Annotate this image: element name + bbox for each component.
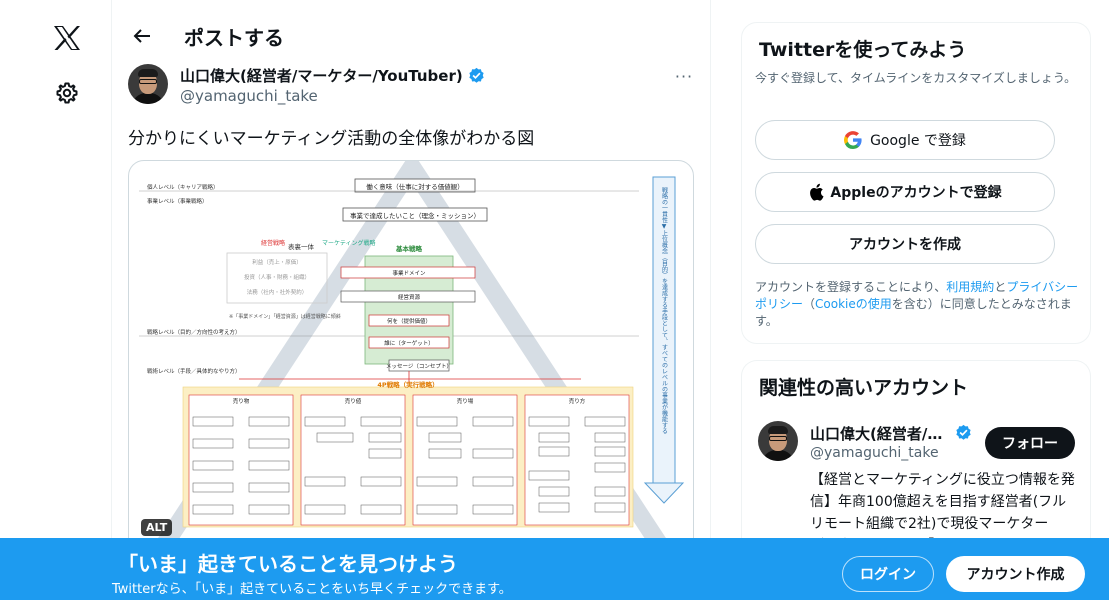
bottom-banner: 「いま」起きていることを見つけよう Twitterなら、「いま」起きていることを…	[0, 538, 1109, 600]
img-b2: 経営資源	[398, 293, 421, 301]
apple-icon	[810, 183, 824, 201]
legal-text-1: アカウントを登録することにより、	[755, 280, 947, 294]
img-b1: 事業ドメイン	[392, 269, 426, 277]
apple-signup-button[interactable]: Appleのアカウントで登録	[755, 172, 1055, 212]
app-root: ポストする 山口偉大(経営者/マーケター/YouTuber) @yamaguch…	[0, 0, 1109, 600]
img-p2: 売り値	[345, 397, 362, 405]
img-level-4: 戦術レベル（手段／具体的なやり方）	[147, 367, 241, 375]
img-l2: 投資（人事・財務・組織）	[244, 273, 310, 281]
img-p1: 売り物	[233, 397, 250, 405]
arrow-left-icon	[133, 29, 150, 43]
alt-badge[interactable]: ALT	[141, 519, 173, 536]
google-icon	[844, 131, 862, 149]
related-name[interactable]: 山口偉大(経営者/…	[810, 423, 950, 444]
signup-subtitle: 今すぐ登録して、タイムラインをカスタマイズしましょう。	[755, 71, 1077, 85]
login-button[interactable]: ログイン	[842, 556, 934, 592]
img-l3: 法務（社内・社外契約）	[247, 288, 308, 296]
img-level-3: 戦略レベル（目的／方向性の考え方）	[147, 328, 241, 336]
author-name[interactable]: 山口偉大(経営者/マーケター/YouTuber)	[180, 65, 463, 86]
create-account-button[interactable]: アカウントを作成	[755, 224, 1055, 264]
img-level-2: 事業レベル（事業戦略）	[147, 197, 208, 205]
legal-and: と	[994, 280, 1007, 294]
img-p4: 売り方	[569, 397, 586, 405]
post-image[interactable]: 働く意味（仕事に対する価値観） 事業で達成したいこと（理念・ミッション） 個人レ…	[128, 160, 694, 560]
signup-title: Twitterを使ってみよう	[759, 39, 967, 61]
terms-link[interactable]: 利用規約	[946, 280, 994, 294]
more-icon[interactable]: ···	[672, 64, 696, 88]
img-basic: 基本戦略	[395, 244, 423, 253]
img-level-1: 個人レベル（キャリア戦略）	[147, 183, 219, 191]
page-title: ポストする	[184, 26, 284, 50]
right-sidebar: Twitterを使ってみよう 今すぐ登録して、タイムラインをカスタマイズしましょ…	[741, 0, 1091, 600]
legal-paren-open: （	[803, 297, 816, 311]
img-keiei: 経営戦略	[261, 239, 285, 247]
follow-button[interactable]: フォロー	[985, 427, 1075, 459]
img-top-box-2: 事業で達成したいこと（理念・ミッション）	[350, 211, 480, 220]
signup-card: Twitterを使ってみよう 今すぐ登録して、タイムラインをカスタマイズしましょ…	[741, 22, 1091, 344]
cookie-link[interactable]: Cookieの使用	[815, 297, 892, 311]
post-text: 分かりにくいマーケティング活動の全体像がわかる図	[128, 129, 535, 149]
gear-icon[interactable]	[46, 72, 88, 114]
back-button[interactable]	[124, 18, 160, 54]
banner-title: 「いま」起きていることを見つけよう	[118, 552, 458, 576]
main-column: ポストする 山口偉大(経営者/マーケター/YouTuber) @yamaguch…	[112, 0, 711, 600]
related-handle[interactable]: @yamaguchi_take	[810, 445, 939, 461]
img-top-box-1: 働く意味（仕事に対する価値観）	[366, 182, 464, 191]
img-note: ※「事業ドメイン」「経営資源」は経営戦略に傾斜	[229, 313, 341, 320]
signup-legal-text: アカウントを登録することにより、利用規約とプライバシーポリシー（Cookieの使…	[755, 279, 1085, 330]
author-handle[interactable]: @yamaguchi_take	[180, 87, 318, 105]
verified-badge-icon	[469, 67, 484, 83]
x-logo-icon[interactable]	[46, 17, 88, 59]
related-avatar[interactable]	[758, 421, 798, 461]
post-author: 山口偉大(経営者/マーケター/YouTuber) @yamaguchi_take…	[128, 64, 698, 108]
left-nav	[0, 0, 112, 600]
avatar[interactable]	[128, 64, 168, 104]
img-b4: 誰に（ターゲット）	[384, 339, 434, 347]
img-l1: 利益（売上・原価）	[252, 258, 302, 266]
img-side-text: 戦略の一貫性▼上位概念（目的）を達成する手段として、すべてのレベルの事業が機能す…	[661, 186, 668, 434]
banner-subtitle: Twitterなら、「いま」起きていることをいち早くチェックできます。	[112, 582, 512, 597]
google-signup-button[interactable]: Google で登録	[755, 120, 1055, 160]
apple-signup-label: Appleのアカウントで登録	[830, 185, 1002, 201]
top-bar: ポストする	[112, 0, 711, 72]
img-fourp: 4P戦略（実行戦略）	[377, 380, 438, 389]
img-p3: 売り場	[457, 397, 474, 405]
verified-badge-icon	[956, 424, 971, 440]
related-title: 関連性の高いアカウント	[759, 377, 969, 399]
google-signup-label: Google で登録	[870, 133, 966, 149]
img-b3: 何を（提供価値）	[387, 317, 431, 325]
signup-button[interactable]: アカウント作成	[946, 556, 1085, 592]
img-omote: 表裏一体	[288, 242, 315, 251]
img-marketing: マーケティング戦略	[322, 239, 376, 247]
img-b5: メッセージ（コンセプト）	[386, 363, 452, 370]
